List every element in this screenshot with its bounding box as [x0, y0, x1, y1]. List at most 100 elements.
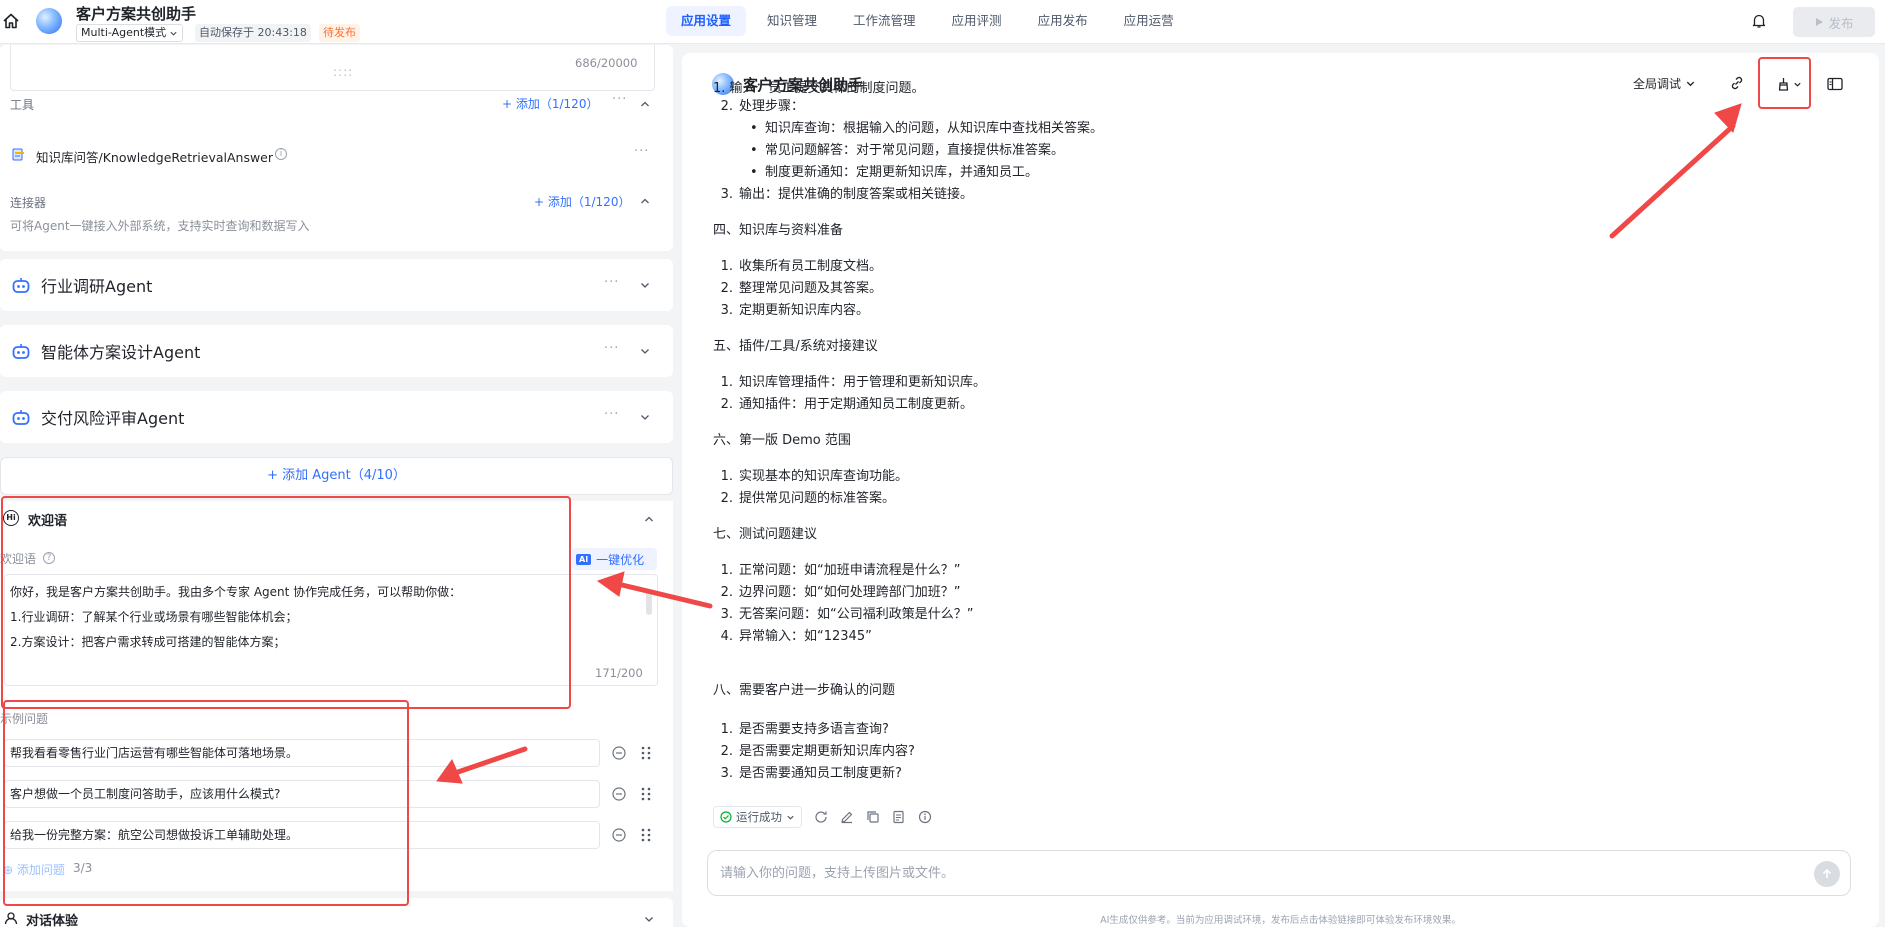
- robot-icon: [12, 278, 30, 293]
- run-status-select[interactable]: 运行成功: [713, 806, 802, 828]
- agent-name: 行业调研Agent: [41, 277, 153, 296]
- app-logo: [36, 8, 62, 34]
- tab-evaluation[interactable]: 应用评测: [937, 6, 1017, 36]
- top-bar: 客户方案共创助手 Multi-Agent模式 自动保存于 20:43:18 待发…: [0, 0, 1885, 44]
- question-count: 3/3: [73, 861, 93, 875]
- list-item: 3. 定期更新知识库内容。: [720, 303, 870, 318]
- more-icon[interactable]: ···: [612, 92, 627, 107]
- play-icon: [1816, 18, 1824, 26]
- bullet-text: 常见问题解答：对于常见问题，直接提供标准答案。: [765, 143, 1065, 158]
- connectors-hint: 可将Agent一键接入外部系统，支持实时查询和数据写入: [10, 219, 310, 233]
- hi-icon: Hi: [3, 510, 19, 526]
- list-item: 1. 实现基本的知识库查询功能。: [720, 469, 909, 484]
- section-heading: 六、第一版 Demo 范围: [713, 433, 851, 448]
- item-text: 定期更新知识库内容。: [739, 303, 870, 318]
- example-question-input[interactable]: 帮我看看零售行业门店运营有哪些智能体可落地场景。: [4, 739, 600, 767]
- sidebar-toggle-icon[interactable]: [1827, 77, 1843, 91]
- info-icon[interactable]: i: [275, 148, 287, 160]
- bullet-text: 知识库查询：根据输入的问题，从知识库中查找相关答案。: [765, 121, 1104, 136]
- debug-scope-select[interactable]: 全局调试: [1633, 75, 1696, 92]
- tab-app-settings[interactable]: 应用设置: [666, 6, 747, 36]
- regenerate-icon[interactable]: [814, 810, 828, 824]
- drag-handle-icon[interactable]: [640, 827, 652, 843]
- chevron-down-icon: [787, 815, 794, 820]
- send-button[interactable]: [1814, 861, 1840, 887]
- tab-operations[interactable]: 应用运营: [1109, 6, 1189, 36]
- add-tool-button[interactable]: + 添加（1/120）: [502, 95, 598, 112]
- chevron-up-icon[interactable]: [639, 98, 651, 110]
- tab-knowledge[interactable]: 知识管理: [752, 6, 832, 36]
- drag-handle-icon[interactable]: [640, 786, 652, 802]
- chevron-down-icon[interactable]: [639, 345, 651, 357]
- add-question-label: 添加问题: [16, 863, 65, 877]
- clear-history-button[interactable]: [1770, 70, 1808, 98]
- list-item: 2. 通知插件：用于定期通知员工制度更新。: [720, 397, 974, 412]
- debug-scope-label: 全局调试: [1633, 77, 1682, 91]
- agent-more-icon[interactable]: ···: [604, 275, 619, 290]
- ai-optimize-button[interactable]: AI 一键优化: [572, 548, 657, 570]
- disclaimer: AI生成仅供参考。当前为应用调试环境，发布后点击体验链接即可体验发布环境效果。: [1100, 915, 1461, 926]
- chat-input[interactable]: [720, 863, 1770, 883]
- prompt-textarea[interactable]: :::: 686/20000: [10, 45, 655, 91]
- robot-icon: [12, 344, 30, 359]
- example-question-input[interactable]: 给我一份完整方案：航空公司想做投诉工单辅助处理。: [4, 821, 600, 849]
- bullet-item: • 知识库查询：根据输入的问题，从知识库中查找相关答案。: [750, 121, 1104, 136]
- nav-tabs: 应用设置 知识管理 工作流管理 应用评测 应用发布 应用运营: [666, 6, 1189, 36]
- resize-handle-icon[interactable]: ::::: [333, 65, 353, 79]
- clipped-line: 1. 输入：员工提交具体的制度问题。: [713, 81, 925, 96]
- bullet-text: 制度更新通知：定期更新知识库，并通知员工。: [765, 165, 1039, 180]
- add-connector-button[interactable]: + 添加（1/120）: [534, 193, 630, 210]
- list-item: 1. 收集所有员工制度文档。: [720, 259, 883, 274]
- agent-more-icon[interactable]: ···: [604, 407, 619, 422]
- arrow-up-icon: [1822, 868, 1832, 878]
- confirm-list: [713, 0, 714, 1]
- remove-icon[interactable]: [612, 787, 626, 801]
- tool-more-icon[interactable]: ···: [634, 144, 649, 159]
- agent-card[interactable]: 交付风险评审Agent ···: [0, 391, 673, 443]
- copy-icon[interactable]: [866, 810, 880, 824]
- step-text: 输出：提供准确的制度答案或相关链接。: [739, 187, 974, 202]
- link-icon[interactable]: [1729, 75, 1745, 91]
- chevron-down-icon[interactable]: [639, 279, 651, 291]
- scrollbar[interactable]: [646, 589, 652, 615]
- item-text: 边界问题：如“如何处理跨部门加班？”: [739, 585, 961, 600]
- robot-icon: [12, 410, 30, 425]
- step-text: 处理步骤：: [739, 99, 805, 114]
- remove-icon[interactable]: [612, 746, 626, 760]
- agent-card[interactable]: 智能体方案设计Agent ···: [0, 325, 673, 377]
- tab-release[interactable]: 应用发布: [1023, 6, 1103, 36]
- add-agent-button[interactable]: + 添加 Agent（4/10）: [0, 457, 673, 495]
- chat-experience-section[interactable]: 对话体验: [0, 898, 673, 927]
- info-circle-icon[interactable]: [918, 810, 932, 824]
- item-text: 异常输入：如“12345”: [739, 629, 872, 644]
- example-question-input[interactable]: 客户想做一个员工制度问答助手，应该用什么模式?: [4, 780, 600, 808]
- publish-button[interactable]: 发布: [1793, 7, 1875, 37]
- note-icon[interactable]: [892, 810, 906, 824]
- section-heading: 七、测试问题建议: [713, 527, 818, 542]
- bullet-item: • 制度更新通知：定期更新知识库，并通知员工。: [750, 165, 1039, 180]
- agent-more-icon[interactable]: ···: [604, 341, 619, 356]
- drag-handle-icon[interactable]: [640, 745, 652, 761]
- help-icon[interactable]: ?: [43, 552, 55, 564]
- chevron-up-icon[interactable]: [639, 195, 651, 207]
- tab-workflow[interactable]: 工作流管理: [838, 6, 931, 36]
- welcome-line: 你好，我是客户方案共创助手。我由多个专家 Agent 协作完成任务，可以帮助你做…: [10, 585, 462, 599]
- mode-select[interactable]: Multi-Agent模式: [76, 24, 184, 42]
- assistant-message: 1. 输入：员工提交具体的制度问题。 2. 处理步骤： • 知识库查询：根据输入的问…: [713, 80, 1433, 666]
- remove-icon[interactable]: [612, 828, 626, 842]
- edit-icon[interactable]: [840, 810, 854, 824]
- welcome-textarea[interactable]: 你好，我是客户方案共创助手。我由多个专家 Agent 协作完成任务，可以帮助你做…: [4, 574, 658, 686]
- chevron-down-icon[interactable]: [643, 913, 655, 925]
- chevron-down-icon[interactable]: [639, 411, 651, 423]
- item-text: 知识库管理插件：用于管理和更新知识库。: [739, 375, 987, 390]
- chevron-up-icon[interactable]: [643, 513, 655, 525]
- list-item: 3. 输出：提供准确的制度答案或相关链接。: [720, 187, 974, 202]
- bullet-item: • 常见问题解答：对于常见问题，直接提供标准答案。: [750, 143, 1065, 158]
- message-actions: 运行成功: [713, 806, 932, 828]
- home-icon[interactable]: [2, 12, 20, 30]
- add-question-button[interactable]: ⊕ 添加问题: [3, 861, 65, 878]
- agent-card[interactable]: 行业调研Agent ···: [0, 259, 673, 311]
- bell-icon[interactable]: [1751, 13, 1767, 29]
- list-item: 1. 输入：员工提交具体的制度问题。: [713, 80, 925, 99]
- list-item: 1. 正常问题：如“加班申请流程是什么？”: [720, 563, 961, 578]
